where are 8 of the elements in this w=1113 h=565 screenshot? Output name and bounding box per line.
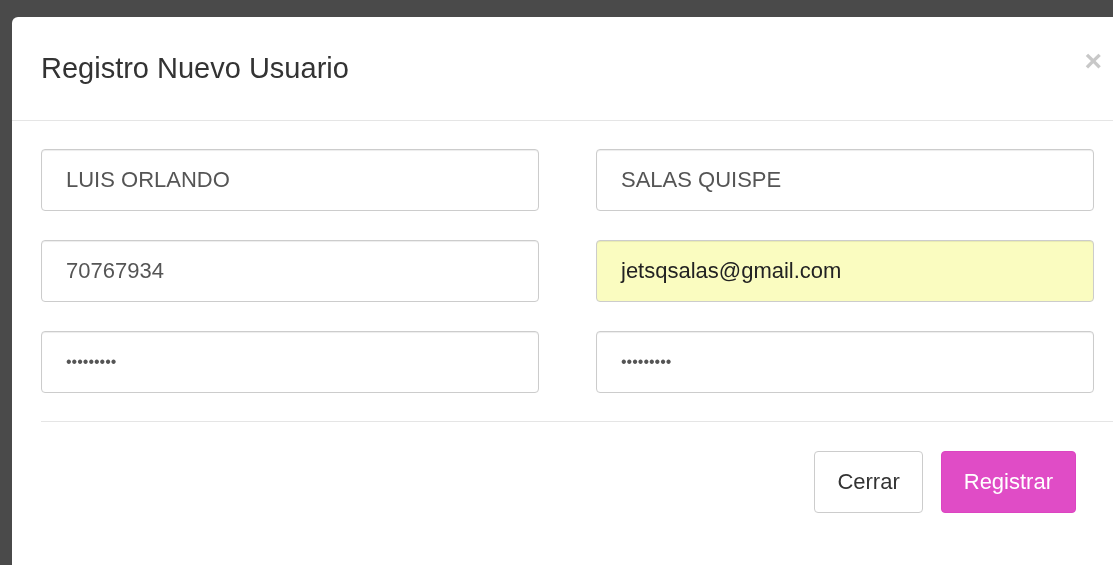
password-field[interactable]: ••••••••• [41, 331, 539, 393]
input-field[interactable]: jetsqsalas@gmail.com [596, 240, 1094, 302]
password-field[interactable]: ••••••••• [596, 331, 1094, 393]
input-field[interactable]: LUIS ORLANDO [41, 149, 539, 211]
input-field[interactable]: SALAS QUISPE [596, 149, 1094, 211]
modal-title: Registro Nuevo Usuario [41, 52, 349, 85]
input-field[interactable]: 70767934 [41, 240, 539, 302]
cancel-button[interactable]: Cerrar [814, 451, 923, 513]
